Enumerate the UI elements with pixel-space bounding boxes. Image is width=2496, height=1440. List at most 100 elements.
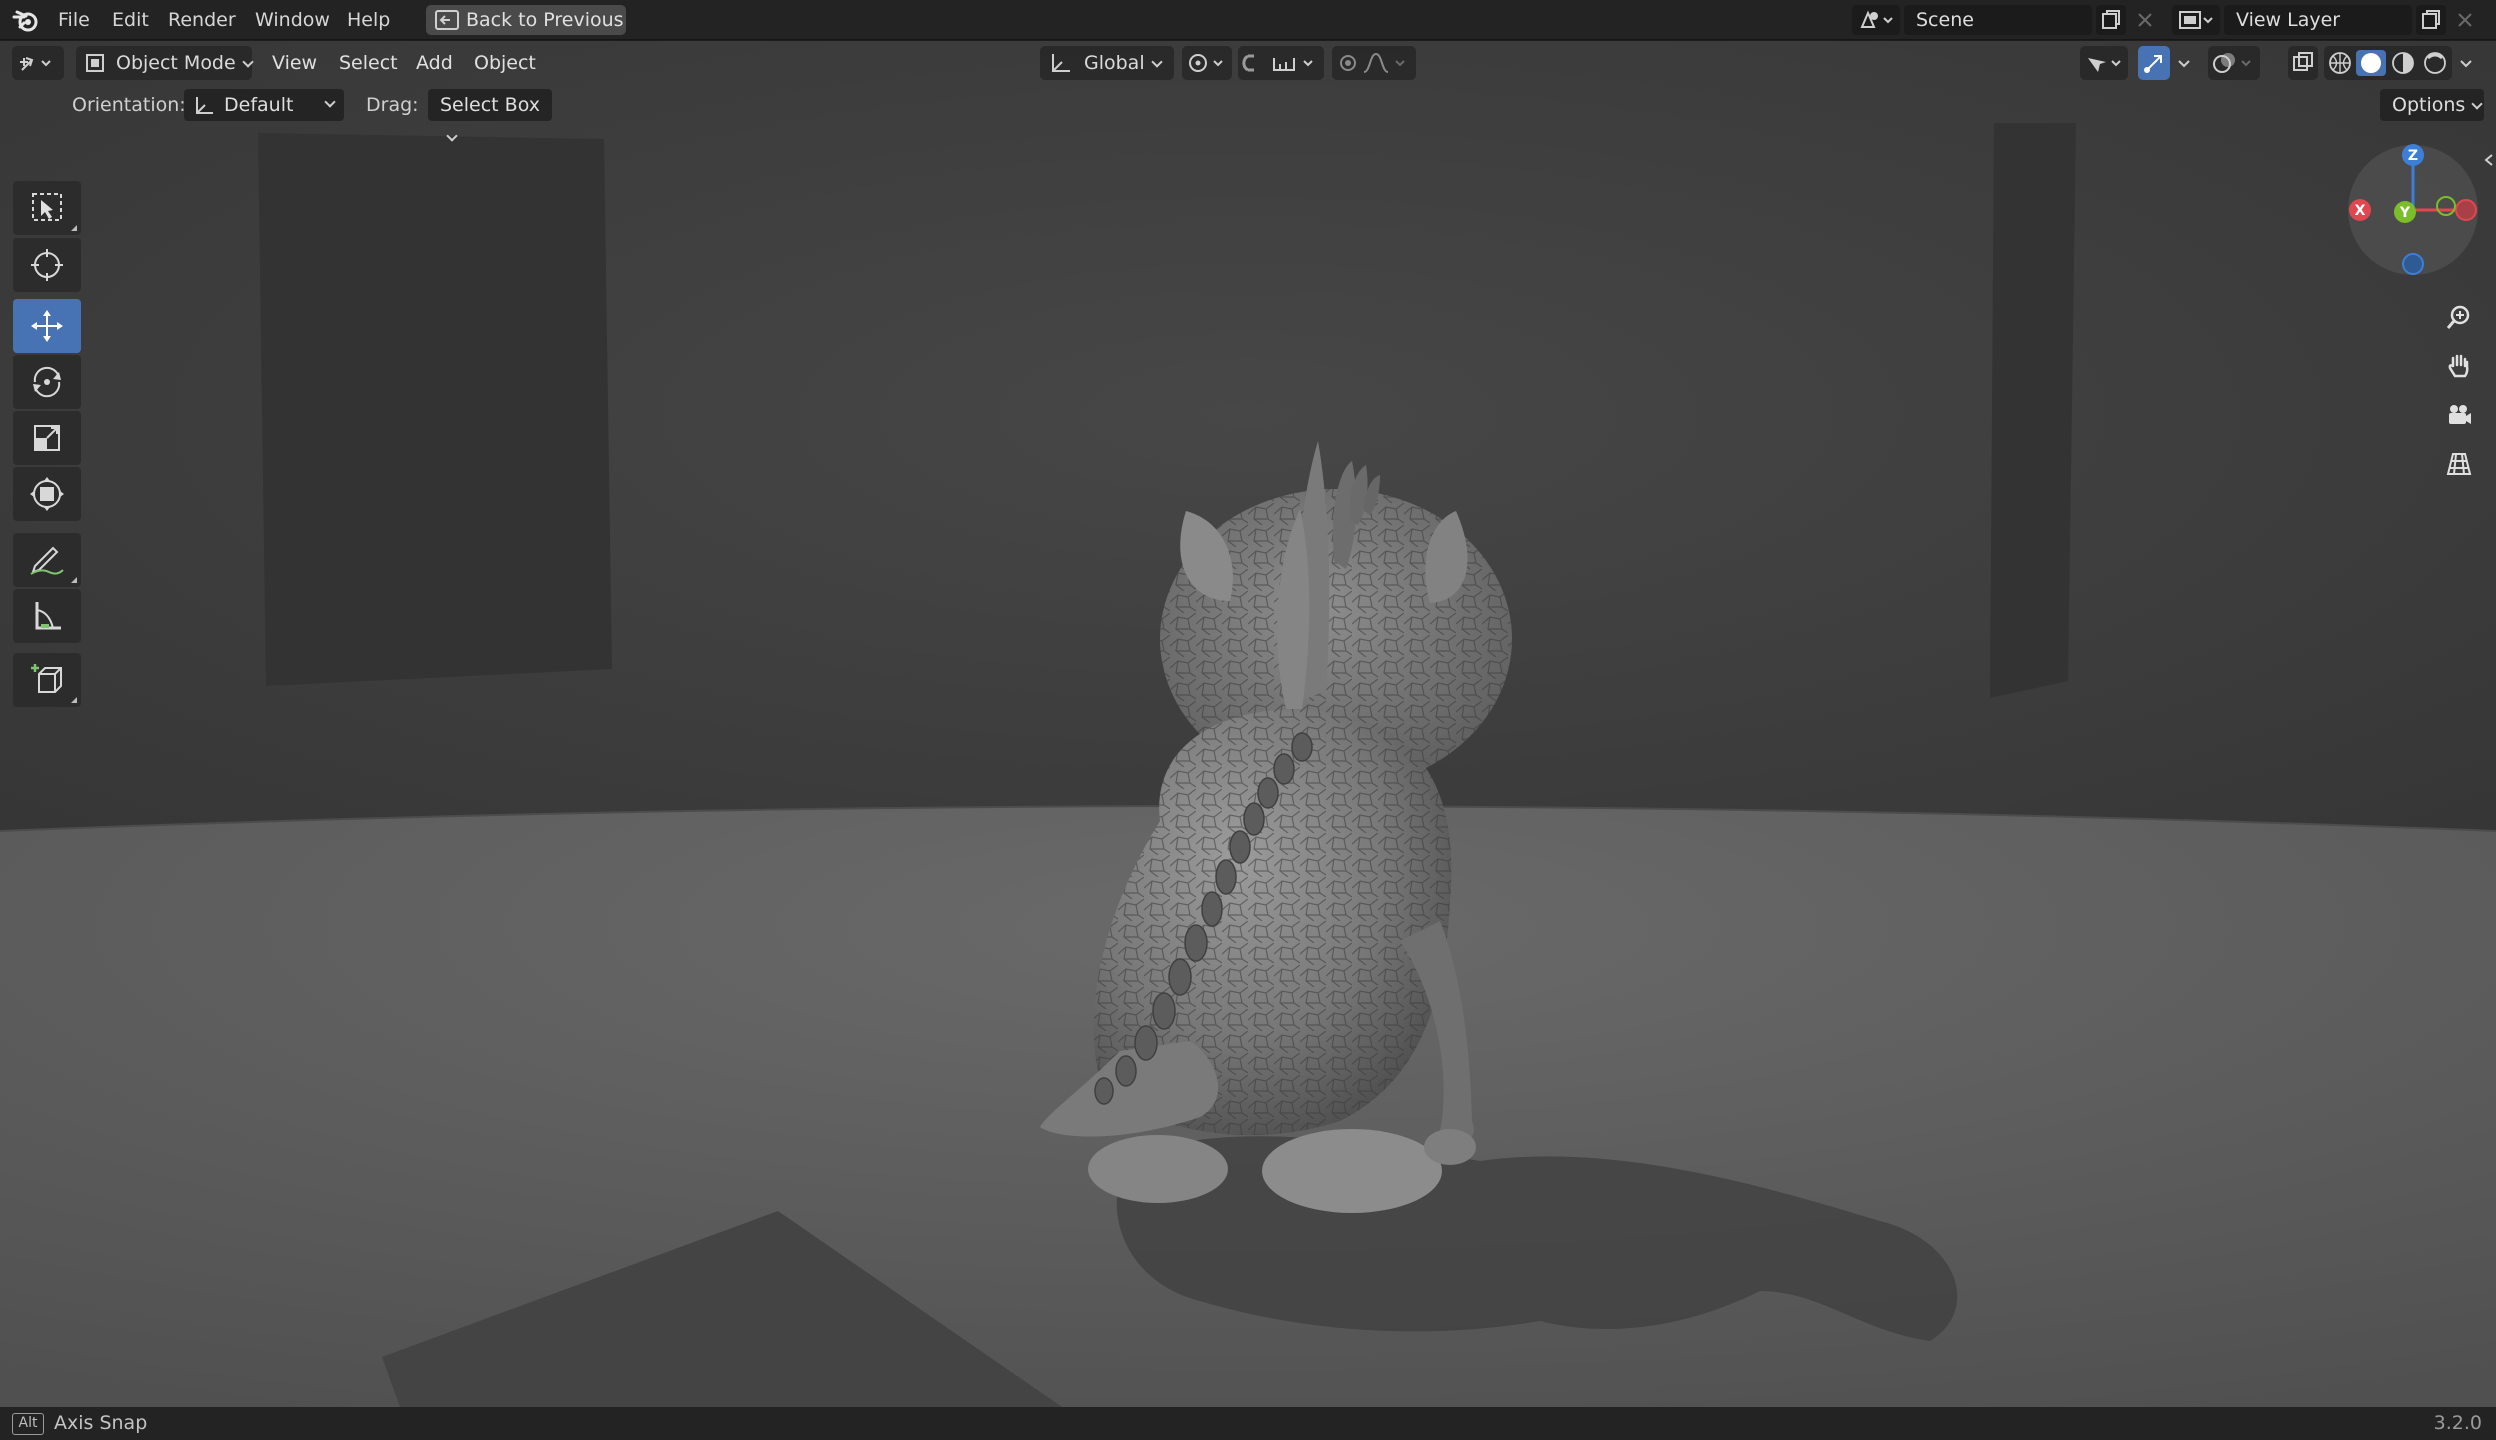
view-layer-name-field[interactable]: View Layer bbox=[2224, 5, 2412, 35]
scale-tool[interactable] bbox=[13, 411, 81, 465]
camera-view-button[interactable] bbox=[2438, 394, 2480, 436]
shading-modes-icon bbox=[2329, 50, 2446, 76]
options-dropdown[interactable]: Options bbox=[2380, 89, 2484, 121]
chevron-down-icon bbox=[1150, 56, 1163, 68]
duplicate-icon bbox=[2102, 10, 2120, 29]
viewport-header: Object Mode View Select Add Object Globa… bbox=[0, 41, 2496, 85]
add-cube-icon bbox=[31, 664, 62, 693]
select-box-icon bbox=[32, 193, 62, 221]
shading-options-dropdown[interactable] bbox=[2454, 46, 2480, 80]
sidebar-toggle-arrow-icon[interactable] bbox=[2484, 153, 2494, 167]
close-icon bbox=[2138, 13, 2152, 27]
view-layer-browse-button[interactable] bbox=[2172, 5, 2220, 35]
camera-icon bbox=[2449, 405, 2471, 424]
pivot-point-dropdown[interactable] bbox=[1182, 46, 1232, 80]
new-view-layer-button[interactable] bbox=[2416, 5, 2446, 35]
chevron-down-icon bbox=[2471, 98, 2483, 110]
delete-scene-button[interactable] bbox=[2130, 5, 2160, 35]
rotate-icon bbox=[33, 366, 61, 398]
zoom-button[interactable] bbox=[2438, 296, 2480, 338]
transform-tool[interactable] bbox=[13, 467, 81, 521]
transform-orientation-label: Global bbox=[1084, 52, 1145, 74]
measure-tool[interactable] bbox=[13, 589, 81, 643]
menu-add[interactable]: Add bbox=[416, 46, 453, 80]
menu-window[interactable]: Window bbox=[255, 0, 330, 40]
menu-view[interactable]: View bbox=[272, 46, 317, 80]
close-icon bbox=[2458, 13, 2472, 27]
transform-icon bbox=[30, 477, 64, 511]
orientation-gizmo-icon bbox=[1052, 54, 1070, 72]
transform-orientation-dropdown[interactable]: Global bbox=[1040, 46, 1174, 80]
gizmo-icon bbox=[2144, 55, 2162, 73]
version-label: 3.2.0 bbox=[2433, 1412, 2482, 1434]
object-mode-label: Object Mode bbox=[116, 52, 236, 74]
menu-select[interactable]: Select bbox=[339, 46, 398, 80]
move-tool[interactable] bbox=[13, 299, 81, 353]
gizmo-options-dropdown[interactable] bbox=[2172, 46, 2198, 80]
scene-icon bbox=[1860, 10, 1893, 28]
view-layer-icon bbox=[2179, 11, 2213, 29]
cursor-tool[interactable] bbox=[13, 238, 81, 292]
pivot-point-icon bbox=[1189, 54, 1223, 72]
alt-key-badge: Alt bbox=[12, 1413, 44, 1435]
gizmo-x-label: X bbox=[2355, 203, 2366, 219]
gizmo-neg-z-handle[interactable] bbox=[2402, 253, 2424, 275]
chevron-down-icon bbox=[324, 96, 336, 108]
xray-icon bbox=[2293, 52, 2313, 71]
xray-toggle[interactable] bbox=[2288, 46, 2318, 80]
editor-type-button[interactable] bbox=[12, 46, 64, 80]
menu-object[interactable]: Object bbox=[474, 46, 536, 80]
selectability-visibility-dropdown[interactable] bbox=[2080, 46, 2128, 80]
overlays-group[interactable] bbox=[2208, 46, 2260, 80]
orientation-dropdown[interactable]: Default bbox=[184, 89, 344, 121]
viewport-shading-group[interactable] bbox=[2324, 46, 2452, 80]
chevron-down-icon bbox=[446, 130, 458, 142]
status-bar: Alt Axis Snap 3.2.0 bbox=[0, 1407, 2496, 1440]
scene-browse-button[interactable] bbox=[1852, 5, 1900, 35]
back-to-previous-button[interactable]: Back to Previous bbox=[426, 5, 626, 35]
snap-magnet-icon bbox=[1242, 54, 1313, 72]
3d-cursor-icon bbox=[31, 249, 63, 281]
menu-edit[interactable]: Edit bbox=[112, 0, 149, 40]
blender-logo-icon[interactable] bbox=[12, 7, 40, 33]
chevron-down-icon bbox=[2178, 60, 2190, 68]
duplicate-icon bbox=[2422, 10, 2440, 29]
zoom-magnifier-icon bbox=[2446, 305, 2470, 329]
hand-pan-icon bbox=[2448, 354, 2469, 378]
new-scene-button[interactable] bbox=[2096, 5, 2126, 35]
select-box-tool[interactable] bbox=[13, 181, 81, 235]
gizmo-neg-x-handle[interactable] bbox=[2455, 199, 2477, 221]
annotate-tool[interactable] bbox=[13, 533, 81, 587]
delete-view-layer-button[interactable] bbox=[2450, 5, 2480, 35]
menu-render[interactable]: Render bbox=[168, 0, 236, 40]
add-cube-tool[interactable] bbox=[13, 653, 81, 707]
options-label: Options bbox=[2392, 94, 2466, 116]
show-gizmo-toggle[interactable] bbox=[2138, 46, 2170, 80]
object-mode-dropdown[interactable]: Object Mode bbox=[76, 46, 254, 80]
measure-ruler-icon bbox=[35, 602, 61, 630]
proportional-editing-group[interactable] bbox=[1332, 46, 1416, 80]
viewport-render bbox=[0, 41, 2496, 1407]
move-icon bbox=[31, 310, 63, 342]
navigation-gizmo[interactable]: Z X Y bbox=[2346, 143, 2480, 277]
back-to-previous-icon bbox=[435, 10, 459, 30]
tool-settings-header: Orientation: Default Drag: Select Box Op… bbox=[0, 85, 2496, 142]
3d-view-editor-icon bbox=[20, 57, 51, 71]
drag-dropdown[interactable]: Select Box bbox=[428, 89, 552, 142]
orientation-value: Default bbox=[224, 94, 294, 116]
chevron-down-icon bbox=[2460, 60, 2472, 68]
menu-help[interactable]: Help bbox=[347, 0, 390, 40]
snapping-group[interactable] bbox=[1238, 46, 1324, 80]
orientation-gizmo-icon bbox=[196, 97, 213, 114]
pan-button[interactable] bbox=[2438, 345, 2480, 387]
3d-viewport[interactable]: Object Mode View Select Add Object Globa… bbox=[0, 41, 2496, 1407]
scene-name-field[interactable]: Scene bbox=[1904, 5, 2092, 35]
perspective-toggle-button[interactable] bbox=[2438, 443, 2480, 485]
tool-variants-indicator bbox=[71, 225, 77, 231]
rotate-tool[interactable] bbox=[13, 355, 81, 409]
object-mode-icon bbox=[86, 54, 104, 72]
status-hint: Axis Snap bbox=[54, 1412, 148, 1434]
top-bar: File Edit Render Window Help Back to Pre… bbox=[0, 0, 2496, 40]
gizmo-y-label: Y bbox=[2399, 205, 2411, 221]
menu-file[interactable]: File bbox=[58, 0, 90, 40]
